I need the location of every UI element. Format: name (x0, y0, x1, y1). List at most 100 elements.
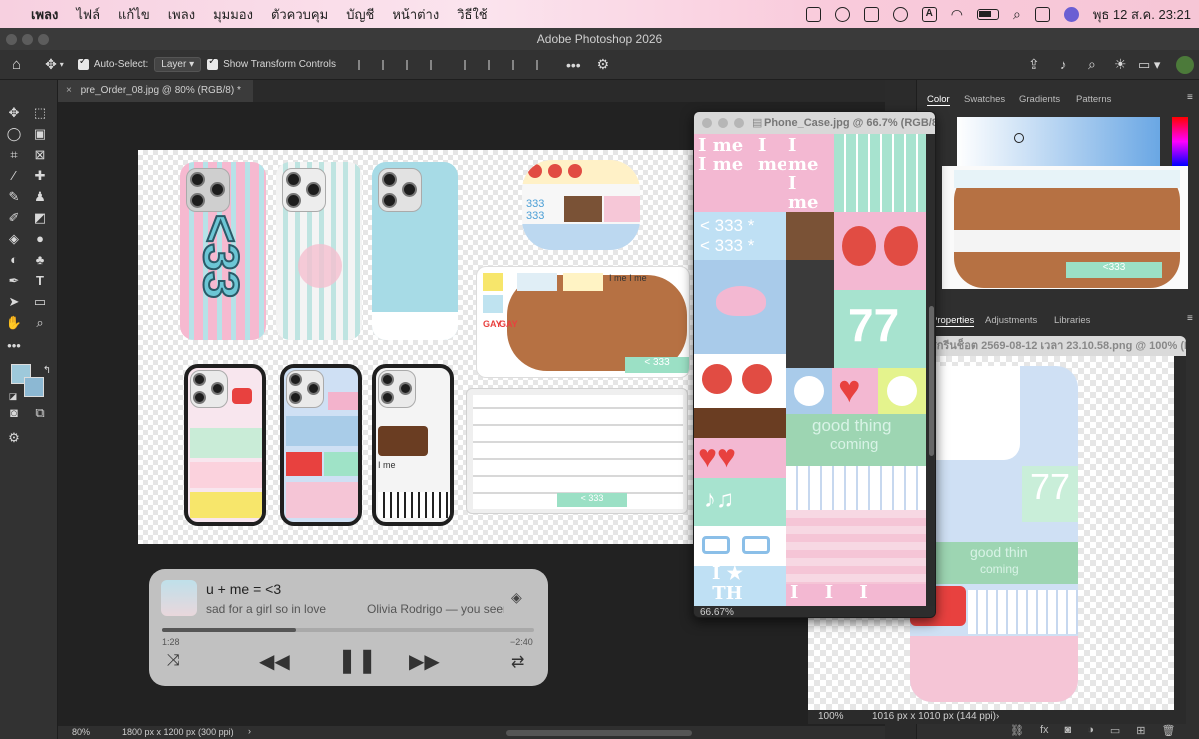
menu-help[interactable]: วิธีใช้ (457, 4, 487, 25)
chevron-down-icon[interactable]: ▾ (60, 60, 64, 69)
more-tools-icon[interactable]: ••• (5, 337, 23, 355)
link-layers-icon[interactable]: ⛓ (1010, 724, 1024, 739)
brush-tool-icon[interactable]: ✎ (5, 188, 23, 206)
align-right-icon[interactable] (405, 59, 418, 70)
wifi-icon[interactable]: ◠ (951, 6, 963, 23)
fx-icon[interactable]: fx (1040, 724, 1049, 739)
tab-close-icon[interactable]: × (66, 85, 72, 96)
distribute-icon[interactable] (429, 59, 442, 70)
auto-select-dropdown[interactable]: Layer ▾ (154, 57, 202, 72)
tab-color[interactable]: Color (927, 94, 950, 106)
color-picker-cursor[interactable] (1014, 133, 1024, 143)
auto-select-checkbox[interactable] (77, 56, 89, 70)
color-picker-field[interactable] (957, 117, 1160, 166)
menu-app[interactable]: เพลง (31, 4, 58, 25)
tab-properties[interactable]: Properties (931, 315, 975, 327)
laptop-sleeve[interactable]: GAY GAY I me I me < 333 (476, 266, 690, 378)
type-tool-icon[interactable]: T (31, 272, 49, 290)
doc-info[interactable]: 1800 px x 1200 px (300 ppi) (122, 727, 234, 737)
menu-file[interactable]: ไฟล์ (76, 4, 100, 25)
path-select-icon[interactable]: ➤ (5, 293, 23, 311)
screen-mode-icon[interactable]: ⧉ (31, 404, 49, 422)
align-middle-icon[interactable] (487, 59, 500, 70)
video-icon[interactable] (863, 6, 879, 22)
gear-icon[interactable]: ⚙ (597, 56, 610, 73)
add-mask-icon[interactable]: ◙ (1065, 724, 1072, 739)
artboard[interactable]: <33 333 333 GAY GAY I me I me < 333 I me… (138, 150, 698, 544)
airpods-case[interactable]: 333 333 (522, 160, 640, 250)
input-source-icon[interactable]: A (921, 6, 937, 22)
menu-music[interactable]: เพลง (168, 4, 195, 25)
smudge-tool-icon[interactable]: ♣ (31, 251, 49, 269)
home-icon[interactable]: ⌂ (12, 56, 21, 73)
rewind-icon[interactable]: ◀◀ (259, 649, 290, 674)
blur-tool-icon[interactable]: ● (31, 230, 49, 248)
siri-icon[interactable] (1063, 6, 1079, 22)
horizontal-scrollbar[interactable] (506, 730, 692, 736)
background-color-swatch[interactable] (24, 377, 44, 397)
minimize-window-button[interactable] (22, 34, 33, 45)
stamp-tool-icon[interactable]: ♟ (31, 188, 49, 206)
phone-case-4[interactable] (184, 364, 266, 526)
phone-case-2[interactable] (276, 162, 362, 340)
tab-patterns[interactable]: Patterns (1076, 94, 1111, 105)
zoom-readout[interactable]: 80% (72, 727, 90, 737)
move-tool-icon[interactable]: ✥ (45, 56, 57, 73)
album-art[interactable] (161, 580, 197, 616)
phone-case-window-title[interactable]: Phone_Case.jpg @ 66.7% (RGB/8) (694, 112, 935, 134)
eyedropper-icon[interactable]: ⁄ (5, 167, 23, 185)
zoom-window-button[interactable] (38, 34, 49, 45)
menu-edit[interactable]: แก้ไข (118, 4, 150, 25)
hand-tool-icon[interactable]: ✋ (5, 314, 23, 332)
swap-colors-icon[interactable]: ↰ (38, 362, 56, 380)
airplay-icon[interactable]: ◈ (511, 589, 522, 606)
show-transform-checkbox[interactable] (207, 56, 219, 70)
control-center-icon[interactable] (1034, 6, 1050, 22)
chevron-right-icon-2[interactable]: › (996, 710, 999, 724)
menu-view[interactable]: มุมมอง (213, 4, 253, 25)
zoom-tool-icon[interactable]: ⌕ (31, 314, 49, 332)
align-bottom-icon[interactable] (511, 59, 524, 70)
creative-cloud-icon[interactable] (834, 6, 850, 22)
screenshot-info[interactable]: 1016 px x 1010 px (144 ppi) (872, 710, 996, 724)
menu-window[interactable]: หน้าต่าง (392, 4, 439, 25)
paint-bucket-icon[interactable]: ◈ (5, 230, 23, 248)
fast-forward-icon[interactable]: ▶▶ (409, 649, 440, 674)
screenshot-zoom[interactable]: 100% (818, 710, 844, 724)
avatar[interactable] (1176, 55, 1194, 74)
tab-swatches[interactable]: Swatches (964, 94, 1005, 105)
phone-window-scrollbar[interactable] (926, 134, 935, 606)
align-center-icon[interactable] (381, 59, 394, 70)
history-brush-icon[interactable]: ✐ (5, 209, 23, 227)
bell-icon[interactable]: ♪ (1060, 57, 1067, 72)
tab-pre-order[interactable]: × pre_Order_08.jpg @ 80% (RGB/8) * (58, 80, 253, 102)
phone-case-image[interactable]: I me I me Ime ImeIme < 333 *< 333 * ♥♥ (694, 134, 926, 606)
tab-gradients[interactable]: Gradients (1019, 94, 1060, 105)
zoom-window-button-2[interactable] (734, 118, 744, 128)
phone-case-5[interactable] (280, 364, 362, 526)
repeat-icon[interactable]: ⇄ (511, 652, 524, 672)
new-layer-icon[interactable]: ⊞ (1136, 724, 1145, 739)
menu-controls[interactable]: ตัวควบคุม (271, 4, 328, 25)
shuffle-icon[interactable]: ⤨ (167, 652, 180, 670)
healing-brush-icon[interactable]: ✚ (31, 167, 49, 185)
adjustment-layer-icon[interactable]: ◑ (1087, 724, 1094, 739)
clock[interactable]: พุธ 12 ส.ค. 23:21 (1093, 4, 1191, 25)
more-options-icon[interactable]: ••• (566, 57, 581, 73)
lasso-tool-icon[interactable]: ◯ (5, 125, 23, 143)
close-window-button-2[interactable] (702, 118, 712, 128)
minimize-window-button-2[interactable] (718, 118, 728, 128)
marquee-tool-icon[interactable]: ⬚ (31, 104, 49, 122)
search-icon[interactable]: ⌕ (1013, 6, 1021, 23)
panel-menu-icon[interactable]: ≡ (1187, 92, 1193, 103)
workspace-icon[interactable]: ▭ ▾ (1138, 57, 1160, 73)
pen-tool-icon[interactable]: ✒ (5, 272, 23, 290)
object-select-icon[interactable]: ▣ (31, 125, 49, 143)
share-icon[interactable]: ⇪ (1028, 56, 1040, 73)
navigator-thumbnail[interactable]: <333 (942, 166, 1188, 289)
panel-menu-icon-2[interactable]: ≡ (1187, 313, 1193, 324)
phone-case-1[interactable]: <33 (180, 162, 266, 340)
eraser-icon[interactable]: ◩ (31, 209, 49, 227)
rectangle-tool-icon[interactable]: ▭ (31, 293, 49, 311)
new-group-icon[interactable]: ▭ (1110, 724, 1120, 739)
